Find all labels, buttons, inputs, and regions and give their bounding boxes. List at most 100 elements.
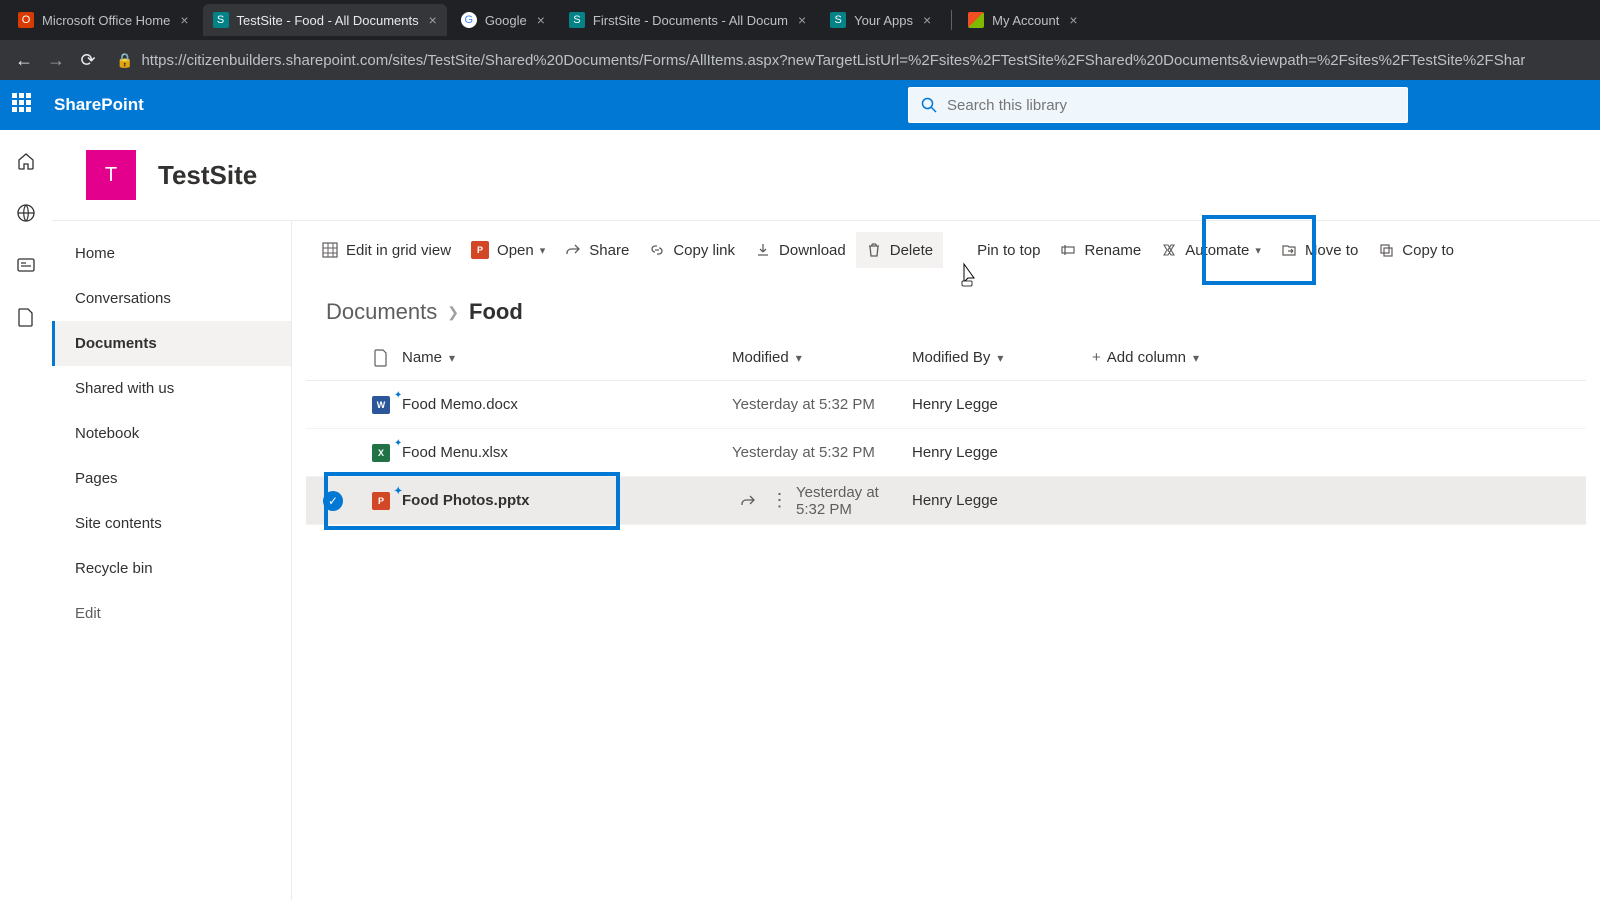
command-bar: Edit in grid view P Open ▾ Share Copy li… <box>292 221 1600 279</box>
chevron-right-icon: ❯ <box>447 304 459 321</box>
microsoft-icon <box>968 12 984 28</box>
browser-tab[interactable]: G Google × <box>451 4 555 36</box>
nav-site-contents[interactable]: Site contents <box>52 501 291 546</box>
browser-tab-strip: O Microsoft Office Home × S TestSite - F… <box>0 0 1600 40</box>
file-name[interactable]: Food Memo.docx <box>402 396 518 413</box>
link-icon <box>649 242 665 258</box>
pin-to-top-button[interactable]: Pin to top <box>943 232 1050 268</box>
sharepoint-icon: S <box>569 12 585 28</box>
table-row[interactable]: X ✦Food Menu.xlsx Yesterday at 5:32 PM H… <box>306 429 1586 477</box>
close-icon[interactable]: × <box>923 12 931 28</box>
cmd-label: Rename <box>1084 242 1141 259</box>
home-icon[interactable] <box>13 148 39 174</box>
nav-shared-with-us[interactable]: Shared with us <box>52 366 291 411</box>
file-modified-by[interactable]: Henry Legge <box>912 444 1092 461</box>
add-column-button[interactable]: +Add column▾ <box>1092 349 1272 366</box>
browser-tab[interactable]: S Your Apps × <box>820 4 941 36</box>
chevron-down-icon: ▾ <box>540 244 546 257</box>
breadcrumb-current: Food <box>469 299 523 325</box>
cmd-label: Edit in grid view <box>346 242 451 259</box>
lock-icon: 🔒 <box>116 52 133 69</box>
site-header: T TestSite <box>52 130 1600 220</box>
close-icon[interactable]: × <box>798 12 806 28</box>
list-header: Name▾ Modified▾ Modified By▾ +Add column… <box>306 335 1586 381</box>
cmd-label: Copy link <box>673 242 735 259</box>
cmd-label: Pin to top <box>977 242 1040 259</box>
close-icon[interactable]: × <box>180 12 188 28</box>
search-icon <box>921 97 937 113</box>
file-modified: Yesterday at 5:32 PM <box>796 484 912 518</box>
move-to-button[interactable]: Move to <box>1271 232 1368 268</box>
site-logo[interactable]: T <box>86 150 136 200</box>
column-name[interactable]: Name▾ <box>402 349 732 366</box>
search-input[interactable] <box>947 97 1395 114</box>
close-icon[interactable]: × <box>429 12 437 28</box>
nav-home[interactable]: Home <box>52 231 291 276</box>
breadcrumb: Documents ❯ Food <box>292 279 1600 335</box>
news-icon[interactable] <box>13 252 39 278</box>
copy-to-button[interactable]: Copy to <box>1368 232 1464 268</box>
browser-tab[interactable]: S TestSite - Food - All Documents × <box>203 4 447 36</box>
tab-label: Microsoft Office Home <box>42 13 170 28</box>
tab-divider <box>951 10 952 30</box>
column-modified[interactable]: Modified▾ <box>732 349 912 366</box>
new-indicator-icon: ✦ <box>394 486 402 497</box>
file-modified-by[interactable]: Henry Legge <box>912 396 1092 413</box>
rename-button[interactable]: Rename <box>1050 232 1151 268</box>
column-modified-by[interactable]: Modified By▾ <box>912 349 1092 366</box>
powerpoint-icon: P <box>372 492 390 510</box>
reload-button[interactable]: ⟳ <box>74 46 102 74</box>
nav-conversations[interactable]: Conversations <box>52 276 291 321</box>
selected-check-icon[interactable]: ✓ <box>323 491 343 511</box>
nav-recycle-bin[interactable]: Recycle bin <box>52 546 291 591</box>
close-icon[interactable]: × <box>537 12 545 28</box>
open-button[interactable]: P Open ▾ <box>461 232 555 268</box>
nav-notebook[interactable]: Notebook <box>52 411 291 456</box>
cmd-label: Copy to <box>1402 242 1454 259</box>
app-rail <box>0 130 52 900</box>
flow-icon <box>1161 242 1177 258</box>
delete-button[interactable]: Delete <box>856 232 943 268</box>
breadcrumb-root[interactable]: Documents <box>326 299 437 325</box>
browser-tab[interactable]: My Account × <box>958 4 1087 36</box>
edit-in-grid-button[interactable]: Edit in grid view <box>312 232 461 268</box>
more-icon[interactable]: ⋮ <box>771 493 789 509</box>
download-button[interactable]: Download <box>745 232 856 268</box>
nav-documents[interactable]: Documents <box>52 321 291 366</box>
file-modified-by[interactable]: Henry Legge <box>912 492 1092 509</box>
file-name[interactable]: Food Menu.xlsx <box>402 444 508 461</box>
browser-tab[interactable]: O Microsoft Office Home × <box>8 4 199 36</box>
chevron-down-icon: ▾ <box>1255 244 1261 257</box>
tab-label: TestSite - Food - All Documents <box>237 13 419 28</box>
browser-tab[interactable]: S FirstSite - Documents - All Docum × <box>559 4 816 36</box>
sharepoint-icon: S <box>213 12 229 28</box>
site-title[interactable]: TestSite <box>158 160 257 191</box>
document-list: Name▾ Modified▾ Modified By▾ +Add column… <box>292 335 1600 525</box>
forward-button[interactable]: → <box>42 46 70 74</box>
chevron-down-icon: ▾ <box>997 351 1003 365</box>
word-icon: W <box>372 396 390 414</box>
tab-label: Google <box>485 13 527 28</box>
app-launcher-icon[interactable] <box>12 93 36 117</box>
nav-edit[interactable]: Edit <box>52 591 291 636</box>
automate-button[interactable]: Automate ▾ <box>1151 232 1271 268</box>
globe-icon[interactable] <box>13 200 39 226</box>
suite-name[interactable]: SharePoint <box>54 95 144 115</box>
nav-pages[interactable]: Pages <box>52 456 291 501</box>
copy-link-button[interactable]: Copy link <box>639 232 745 268</box>
search-box[interactable] <box>908 87 1408 123</box>
url-text[interactable]: https://citizenbuilders.sharepoint.com/s… <box>141 52 1525 69</box>
files-icon[interactable] <box>13 304 39 330</box>
file-modified: Yesterday at 5:32 PM <box>732 444 912 461</box>
back-button[interactable]: ← <box>10 46 38 74</box>
close-icon[interactable]: × <box>1069 12 1077 28</box>
file-name[interactable]: Food Photos.pptx <box>402 492 529 509</box>
copy-icon <box>1378 242 1394 258</box>
share-button[interactable]: Share <box>555 232 639 268</box>
filetype-header-icon[interactable] <box>360 349 402 367</box>
pin-icon <box>953 242 969 258</box>
chevron-down-icon: ▾ <box>449 351 455 365</box>
share-icon[interactable] <box>740 493 756 509</box>
table-row[interactable]: ✓ P ✦Food Photos.pptx ⋮ Yesterday at 5:3… <box>306 477 1586 525</box>
table-row[interactable]: W ✦Food Memo.docx Yesterday at 5:32 PM H… <box>306 381 1586 429</box>
